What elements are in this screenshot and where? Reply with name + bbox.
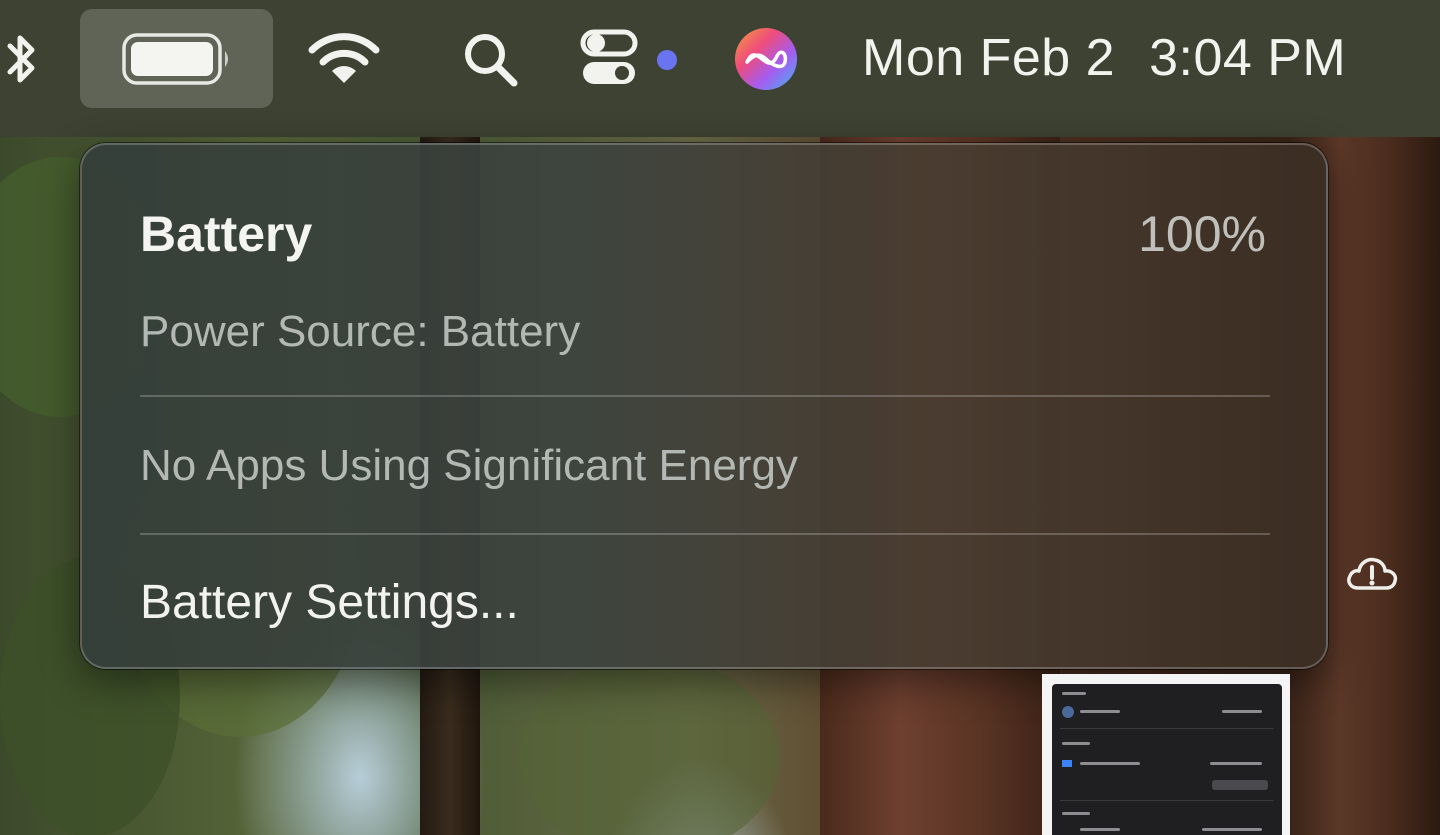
energy-usage-status: No Apps Using Significant Energy	[140, 441, 798, 490]
battery-percentage: 100%	[1138, 206, 1266, 262]
battery-settings-menu-item[interactable]: Battery Settings...	[140, 573, 519, 632]
search-icon[interactable]	[458, 28, 522, 90]
bluetooth-icon[interactable]	[0, 28, 44, 90]
menu-divider	[140, 533, 1270, 535]
cloud-alert-icon[interactable]	[1344, 550, 1400, 596]
siri-icon[interactable]	[733, 26, 799, 92]
battery-icon	[121, 32, 228, 85]
thumbnail-preview	[1052, 684, 1282, 835]
window-thumbnail[interactable]	[1042, 674, 1290, 835]
menu-bar-clock[interactable]: Mon Feb 2 3:04 PM	[862, 24, 1346, 92]
clock-time: 3:04 PM	[1149, 29, 1347, 87]
recording-indicator	[657, 50, 677, 70]
clock-date: Mon Feb 2	[862, 29, 1116, 87]
battery-menu-title: Battery	[140, 206, 313, 262]
control-center-icon[interactable]	[576, 24, 642, 92]
wifi-icon[interactable]	[305, 28, 383, 90]
menu-divider	[140, 395, 1270, 397]
menu-bar: Mon Feb 2 3:04 PM	[0, 0, 1440, 137]
power-source-label: Power Source: Battery	[140, 307, 581, 356]
battery-menu: Battery 100% Power Source: Battery No Ap…	[80, 143, 1328, 669]
battery-menu-button[interactable]	[80, 9, 273, 108]
